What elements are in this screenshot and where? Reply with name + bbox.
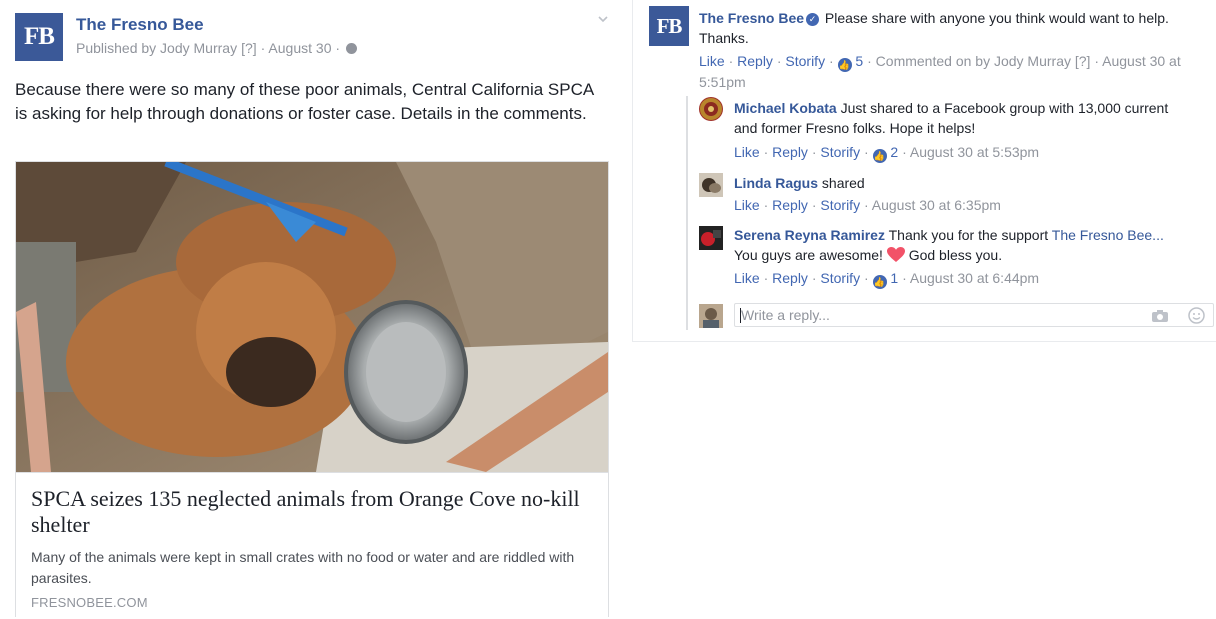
reply-text: Thank you for the support bbox=[888, 227, 1049, 243]
avatar-serena-reyna-ramirez[interactable] bbox=[699, 226, 723, 250]
post-meta: Published by Jody Murray [?] · August 30… bbox=[76, 40, 358, 56]
reply-michael-kobata: Michael Kobata Just shared to a Facebook… bbox=[734, 98, 1212, 138]
verified-badge-icon: ✓ bbox=[806, 13, 820, 26]
page-name-link[interactable]: The Fresno Bee bbox=[76, 15, 204, 35]
chevron-down-icon[interactable] bbox=[596, 12, 610, 26]
current-user-avatar[interactable] bbox=[699, 304, 723, 328]
like-thumb-icon[interactable]: 👍 bbox=[872, 275, 887, 289]
reply-text-line2a: You guys are awesome! bbox=[734, 247, 883, 263]
reply-link[interactable]: Reply bbox=[772, 197, 808, 213]
reply-actions: Like · Reply · Storify · 👍 1 · August 30… bbox=[734, 270, 1040, 289]
comment-author[interactable]: The Fresno Bee bbox=[699, 10, 804, 26]
reply-date[interactable]: · August 30 at 6:44pm bbox=[902, 270, 1039, 286]
reply-text: shared bbox=[821, 175, 865, 191]
help-marker[interactable]: [?] bbox=[1075, 53, 1091, 69]
link-preview-image[interactable] bbox=[16, 162, 608, 472]
link-preview-body[interactable]: SPCA seizes 135 neglected animals from O… bbox=[16, 472, 608, 619]
like-count[interactable]: 2 bbox=[890, 144, 898, 160]
comment-date[interactable]: · August 30 at bbox=[1094, 53, 1180, 69]
link-title[interactable]: SPCA seizes 135 neglected animals from O… bbox=[31, 486, 591, 538]
reply-text: Just shared to a Facebook group with 13,… bbox=[840, 100, 1169, 116]
storify-link[interactable]: Storify bbox=[820, 270, 860, 286]
comment-text-line2: Thanks. bbox=[699, 30, 749, 46]
like-link[interactable]: Like bbox=[699, 53, 725, 69]
reply-link[interactable]: Reply bbox=[737, 53, 773, 69]
like-link[interactable]: Like bbox=[734, 144, 760, 160]
commented-on-by: Commented on by Jody Murray bbox=[875, 53, 1071, 69]
comment-thread: FB The Fresno Bee ✓ Please share with any… bbox=[632, 0, 1216, 342]
reply-author[interactable]: Serena Reyna Ramirez bbox=[734, 227, 885, 243]
avatar-michael-kobata[interactable] bbox=[699, 97, 723, 121]
like-count[interactable]: 5 bbox=[855, 53, 863, 69]
reply-composer[interactable] bbox=[734, 303, 1214, 327]
like-thumb-icon[interactable]: 👍 bbox=[872, 149, 887, 163]
reply-serena-reyna-ramirez: Serena Reyna Ramirez Thank you for the s… bbox=[734, 225, 1212, 265]
comment-time[interactable]: 5:51pm bbox=[699, 74, 746, 90]
reply-date[interactable]: · August 30 at 5:53pm bbox=[902, 144, 1039, 160]
like-link[interactable]: Like bbox=[734, 197, 760, 213]
reply-author[interactable]: Michael Kobata bbox=[734, 100, 837, 116]
link-preview-card[interactable]: SPCA seizes 135 neglected animals from O… bbox=[15, 161, 609, 617]
help-marker[interactable]: [?] bbox=[241, 40, 257, 56]
like-thumb-icon[interactable]: 👍 bbox=[837, 58, 852, 72]
globe-icon bbox=[346, 42, 358, 54]
like-count[interactable]: 1 bbox=[890, 270, 898, 286]
post-date[interactable]: · August 30 · bbox=[261, 40, 340, 56]
commenter-avatar-fresno-bee[interactable]: FB bbox=[649, 6, 689, 46]
page-logo[interactable]: FB bbox=[15, 13, 63, 61]
reply-author[interactable]: Linda Ragus bbox=[734, 175, 818, 191]
like-link[interactable]: Like bbox=[734, 270, 760, 286]
heart-emoji-icon bbox=[886, 247, 905, 262]
link-description: Many of the animals were kept in small c… bbox=[31, 549, 575, 586]
reply-link[interactable]: Reply bbox=[772, 270, 808, 286]
avatar-linda-ragus[interactable] bbox=[699, 173, 723, 197]
reply-thread-line bbox=[686, 96, 688, 330]
storify-link[interactable]: Storify bbox=[820, 144, 860, 160]
storify-link[interactable]: Storify bbox=[785, 53, 825, 69]
published-by[interactable]: Published by Jody Murray bbox=[76, 40, 237, 56]
main-comment-actions: Like · Reply · Storify · 👍 5 · Commented… bbox=[699, 53, 1181, 90]
facebook-post: FB The Fresno Bee Published by Jody Murr… bbox=[0, 0, 630, 617]
storify-link[interactable]: Storify bbox=[820, 197, 860, 213]
reply-actions: Like · Reply · Storify · August 30 at 6:… bbox=[734, 197, 1001, 213]
reply-text-line2b: God bless you. bbox=[908, 247, 1003, 263]
reply-link[interactable]: Reply bbox=[772, 144, 808, 160]
reply-input[interactable] bbox=[741, 306, 1141, 324]
smiley-icon[interactable] bbox=[1188, 307, 1205, 324]
reply-text-line2: and former Fresno folks. Hope it helps! bbox=[734, 120, 976, 136]
link-domain: FRESNOBEE.COM bbox=[31, 595, 148, 610]
comment-text-line1: Please share with anyone you think would… bbox=[824, 10, 1169, 26]
camera-icon[interactable] bbox=[1151, 309, 1169, 323]
reply-actions: Like · Reply · Storify · 👍 2 · August 30… bbox=[734, 144, 1040, 163]
main-comment: The Fresno Bee ✓ Please share with anyone… bbox=[699, 8, 1211, 48]
reply-date[interactable]: · August 30 at 6:35pm bbox=[864, 197, 1001, 213]
reply-linda-ragus: Linda Ragus shared bbox=[734, 173, 1212, 193]
post-text: Because there were so many of these poor… bbox=[15, 80, 594, 123]
mention-link[interactable]: The Fresno Bee... bbox=[1052, 227, 1164, 243]
